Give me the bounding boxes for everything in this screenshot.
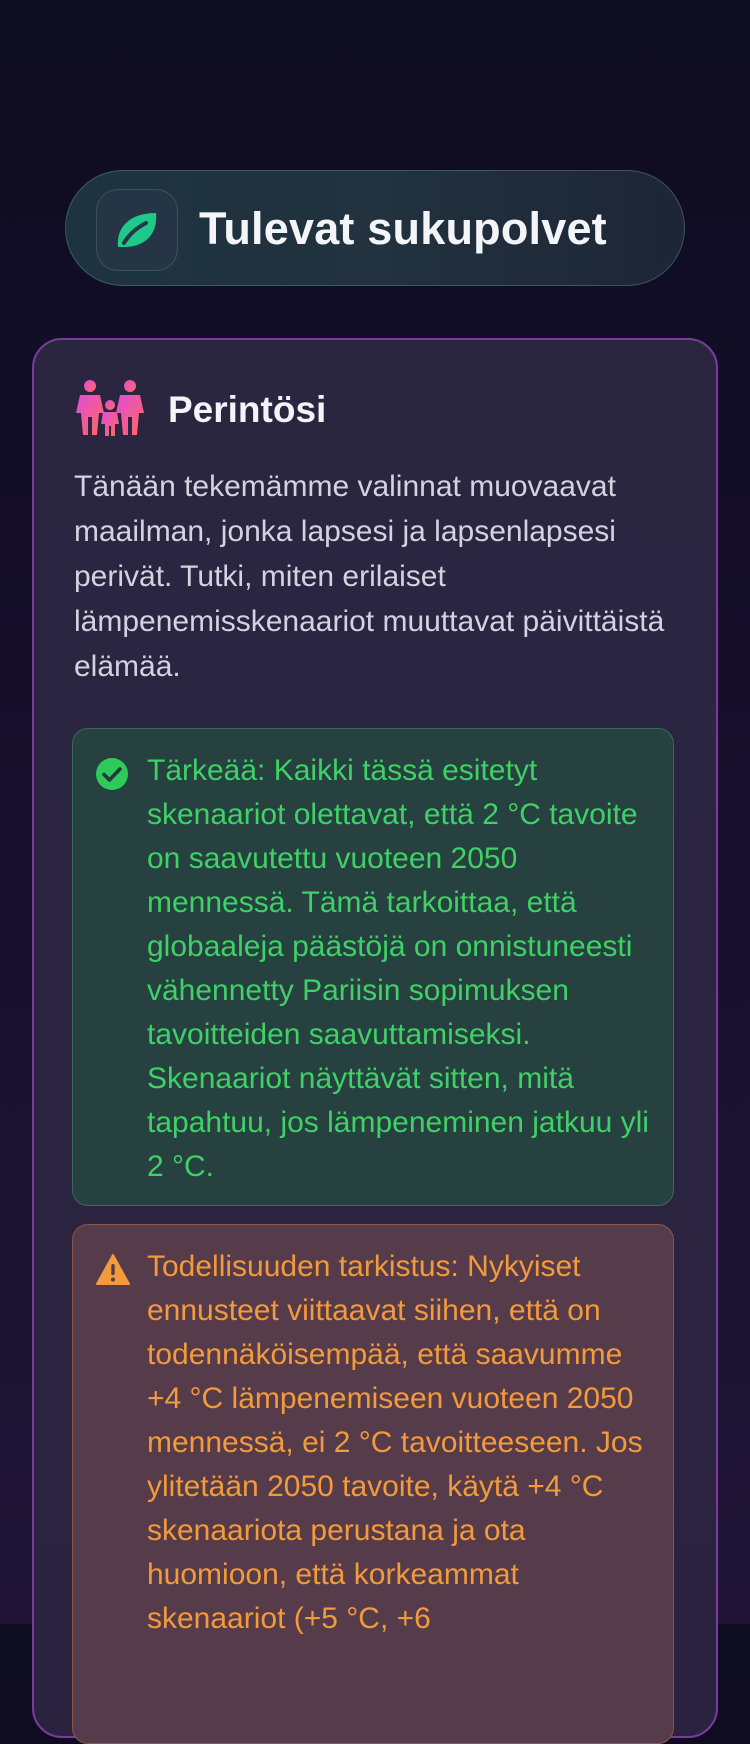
important-note: Tärkeää: Kaikki tässä esitetyt skenaario… — [72, 728, 674, 1206]
important-note-text: Tärkeää: Kaikki tässä esitetyt skenaario… — [147, 754, 649, 1183]
legacy-card: Perintösi Tänään tekemämme valinnat muov… — [32, 338, 718, 1744]
leaf-icon — [96, 189, 178, 271]
app-header: Tulevat sukupolvet — [65, 170, 685, 286]
check-circle-icon — [95, 757, 129, 791]
warning-icon — [95, 1253, 130, 1287]
legacy-card-header: Perintösi — [74, 379, 327, 442]
family-icon — [74, 379, 146, 442]
app-title: Tulevat sukupolvet — [199, 203, 607, 254]
legacy-title: Perintösi — [168, 389, 327, 430]
reality-check-note: Todellisuuden tarkistus: Nykyiset ennust… — [72, 1224, 674, 1744]
reality-check-text: Todellisuuden tarkistus: Nykyiset ennust… — [147, 1250, 643, 1635]
legacy-intro: Tänään tekemämme valinnat muovaavat maai… — [74, 470, 665, 683]
